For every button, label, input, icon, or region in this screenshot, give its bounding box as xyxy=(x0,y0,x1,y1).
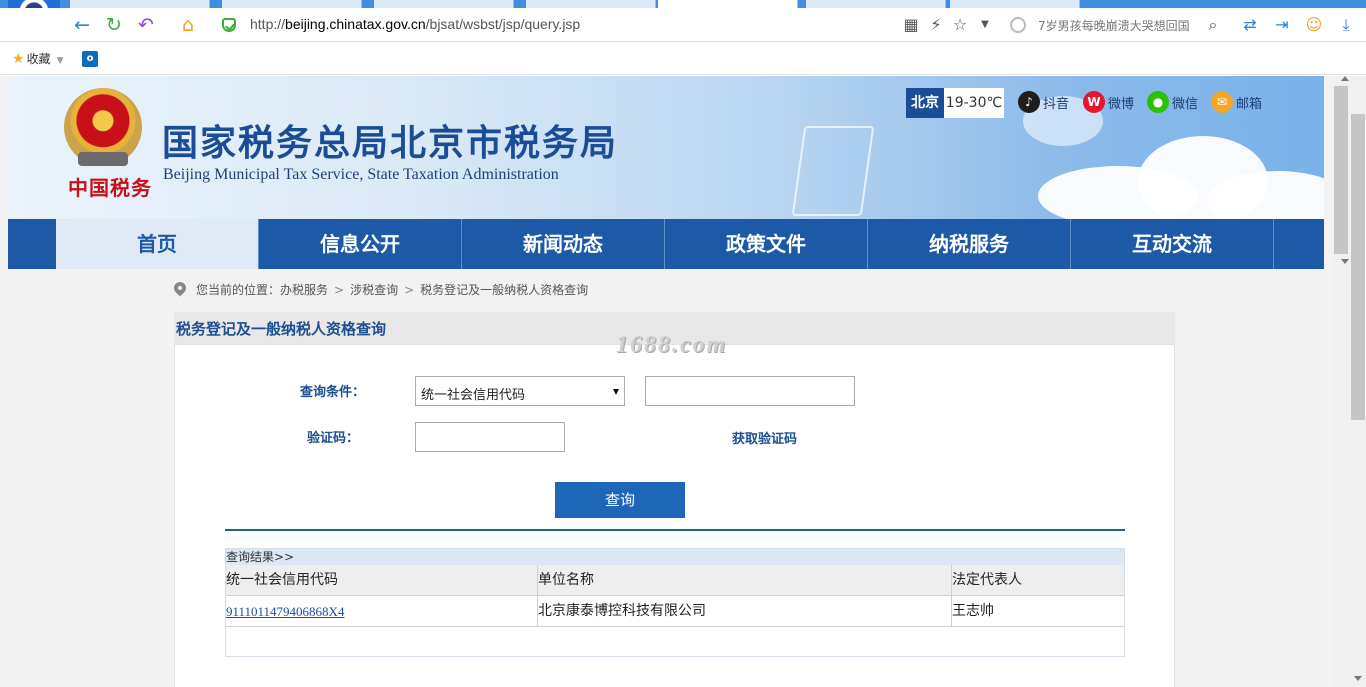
scroll-thumb[interactable] xyxy=(1334,86,1348,254)
page-viewport: 中国税务 国家税务总局北京市税务局 Beijing Municipal Tax … xyxy=(0,76,1333,687)
search-engine-icon[interactable] xyxy=(1010,17,1026,33)
column-header: 单位名称 xyxy=(537,565,951,596)
qr-code-icon[interactable]: ▦ xyxy=(902,16,920,34)
refresh-icon[interactable]: ↻ xyxy=(104,15,124,35)
breadcrumb-separator: > xyxy=(334,283,345,297)
search-suggestion[interactable]: 7岁男孩每晚崩溃大哭想回国 xyxy=(1038,17,1190,34)
favorites-button[interactable]: ★ 收藏 ▼ xyxy=(12,51,64,67)
secure-shield-icon xyxy=(222,18,236,32)
login-icon[interactable]: ⇥ xyxy=(1273,16,1291,34)
social-wechat[interactable]: ● 微信 xyxy=(1147,91,1198,115)
condition-select[interactable]: 统一社会信用代码 xyxy=(415,376,625,406)
chevron-down-icon[interactable]: ▼ xyxy=(976,16,994,34)
site-banner: 中国税务 国家税务总局北京市税务局 Beijing Municipal Tax … xyxy=(8,76,1324,219)
chevron-down-icon: ▼ xyxy=(56,56,64,66)
column-header: 统一社会信用代码 xyxy=(226,572,338,588)
outlook-icon[interactable]: o xyxy=(82,51,98,67)
captcha-input[interactable] xyxy=(415,422,565,452)
table-header: 统一社会信用代码 单位名称 法定代表人 xyxy=(226,565,1124,596)
breadcrumb-item[interactable]: 税务登记及一般纳税人资格查询 xyxy=(420,283,588,297)
wechat-icon: ● xyxy=(1147,91,1169,113)
undo-icon[interactable]: ↶ xyxy=(136,15,156,35)
home-icon[interactable]: ⌂ xyxy=(178,15,198,35)
breadcrumb-separator: > xyxy=(404,283,415,297)
table-cell: 91110114794068​68X4 xyxy=(226,596,537,627)
star-icon: ★ xyxy=(12,51,25,67)
nav-policy[interactable]: 政策文件 xyxy=(665,219,868,269)
address-bar: ← ↻ ↶ ⌂ http://beijing.chinatax.gov.cn/b… xyxy=(0,8,1366,42)
watermark: 1688.com xyxy=(616,332,728,358)
query-button[interactable]: 查询 xyxy=(555,482,685,518)
browser-tab[interactable] xyxy=(374,0,514,8)
browser-tab[interactable] xyxy=(526,0,656,8)
nav-interaction[interactable]: 互动交流 xyxy=(1071,219,1274,269)
landmark-outline xyxy=(791,126,875,216)
url-text[interactable]: http://beijing.chinatax.gov.cn/bjsat/wsb… xyxy=(250,16,580,32)
breadcrumb-item[interactable]: 涉税查询 xyxy=(350,283,398,297)
weibo-icon: W xyxy=(1083,91,1105,113)
breadcrumb-item[interactable]: 办税服务 xyxy=(280,283,328,297)
weather-temp: 19-30℃ xyxy=(944,88,1004,118)
browser-tab[interactable] xyxy=(222,0,362,8)
browser-tab[interactable] xyxy=(950,0,1080,8)
condition-label: 查询条件： xyxy=(300,385,366,400)
condition-select-value: 统一社会信用代码 xyxy=(421,388,526,403)
browser-tab-strip xyxy=(0,0,1366,8)
page-title: 税务登记及一般纳税人资格查询 xyxy=(176,320,387,338)
lightning-icon[interactable]: ⚡ xyxy=(927,16,945,34)
outer-scroll-down-icon[interactable] xyxy=(1354,676,1362,681)
url-host: beijing.chinatax.gov.cn xyxy=(285,16,426,32)
scrollbar[interactable] xyxy=(1333,76,1366,687)
search-icon[interactable]: ⌕ xyxy=(1204,16,1222,34)
table-cell: 北京康泰博控科技有限公司 xyxy=(537,596,951,627)
get-captcha-link[interactable]: 获取验证码 xyxy=(732,428,797,447)
nav-news[interactable]: 新闻动态 xyxy=(462,219,665,269)
star-icon[interactable]: ☆ xyxy=(951,16,969,34)
nav-tax-service[interactable]: 纳税服务 xyxy=(868,219,1071,269)
captcha-label: 验证码： xyxy=(307,431,360,446)
douyin-icon: ♪ xyxy=(1018,91,1040,113)
condition-input[interactable] xyxy=(645,376,855,406)
scroll-down-icon[interactable] xyxy=(1341,259,1349,264)
nav-home[interactable]: 首页 xyxy=(56,219,259,269)
social-douyin[interactable]: ♪ 抖音 xyxy=(1018,91,1069,115)
table-cell: 王志帅 xyxy=(951,596,1124,627)
site-subtitle: Beijing Municipal Tax Service, State Tax… xyxy=(163,166,559,183)
outer-scroll-thumb[interactable] xyxy=(1351,114,1365,420)
column-header: 法定代表人 xyxy=(951,565,1124,596)
bookmark-bar: ★ 收藏 ▼ o xyxy=(0,43,1366,75)
credit-code-link[interactable]: 91110114794068​68X4 xyxy=(226,604,344,619)
browser-tab[interactable] xyxy=(70,0,210,8)
site-title[interactable]: 国家税务总局北京市税务局 xyxy=(162,114,618,166)
browser-tab-active[interactable] xyxy=(658,0,798,8)
results-table: 查询结果>> 统一社会信用代码 单位名称 法定代表人 9111011479406… xyxy=(225,548,1125,657)
back-icon[interactable]: ← xyxy=(72,15,92,35)
chevron-down-icon xyxy=(613,389,619,395)
table-row: 91110114794068​68X4 北京康泰博控科技有限公司 王志帅 xyxy=(226,596,1124,627)
breadcrumb-prefix: 您当前的位置： xyxy=(196,283,281,297)
main-nav: 首页 信息公开 新闻动态 政策文件 纳税服务 互动交流 xyxy=(8,219,1324,269)
social-email[interactable]: ✉ 邮箱 xyxy=(1211,91,1262,115)
divider xyxy=(225,529,1125,531)
search-box[interactable]: 7岁男孩每晚崩溃大哭想回国 xyxy=(1004,12,1226,38)
national-emblem-icon[interactable] xyxy=(64,88,142,166)
results-title: 查询结果>> xyxy=(226,549,1124,565)
location-pin-icon xyxy=(171,279,189,297)
url-field[interactable]: http://beijing.chinatax.gov.cn/bjsat/wsb… xyxy=(218,11,998,39)
tax-seal-text: 中国税务 xyxy=(68,176,152,200)
download-icon[interactable]: ⤓ xyxy=(1337,16,1355,34)
social-weibo[interactable]: W 微博 xyxy=(1083,91,1134,115)
translate-icon[interactable]: ⇄ xyxy=(1241,16,1259,34)
nav-info-public[interactable]: 信息公开 xyxy=(259,219,462,269)
email-icon: ✉ xyxy=(1211,91,1233,113)
browser-tab[interactable] xyxy=(806,0,946,8)
weather-city: 北京 xyxy=(906,88,944,118)
more-icon[interactable]: ☺ xyxy=(1305,16,1323,34)
scroll-up-icon[interactable] xyxy=(1341,76,1349,81)
